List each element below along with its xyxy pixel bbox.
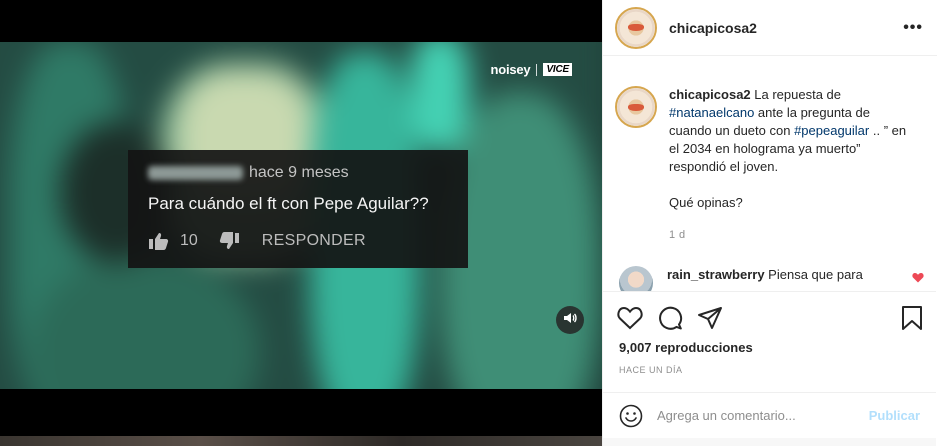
publish-button[interactable]: Publicar <box>869 408 920 423</box>
caption-time[interactable]: 1 d <box>669 226 914 244</box>
add-comment-bar: Publicar <box>603 392 936 438</box>
save-bookmark-icon[interactable] <box>901 305 923 331</box>
more-options-icon[interactable]: ••• <box>903 19 923 37</box>
comment-time: hace 9 meses <box>249 164 349 181</box>
comments-section: chicapicosa2 La repuesta de #natanaelcan… <box>603 56 936 292</box>
caption-avatar[interactable] <box>615 86 657 128</box>
post-actions <box>617 300 923 336</box>
author-username[interactable]: chicapicosa2 <box>669 20 757 36</box>
video-watermark: noisey VICE <box>490 62 572 77</box>
caption-question: Qué opinas? <box>669 195 743 210</box>
panel-bottom-edge <box>603 438 936 446</box>
reply-label: RESPONDER <box>261 232 366 249</box>
thumbs-down-icon <box>218 232 240 250</box>
blurred-username <box>148 166 243 180</box>
noisey-logo: noisey <box>490 62 531 77</box>
speaker-icon <box>563 311 577 330</box>
hashtag-pepeaguilar[interactable]: #pepeaguilar <box>794 123 869 138</box>
post-side-panel: chicapicosa2 ••• chicapicosa2 La repuest… <box>602 0 937 446</box>
youtube-comment-overlay: hace 9 meses Para cuándo el ft con Pepe … <box>128 150 468 268</box>
post-caption: chicapicosa2 La repuesta de #natanaelcan… <box>603 56 936 244</box>
hashtag-natanaelcano[interactable]: #natanaelcano <box>669 105 754 120</box>
logo-divider <box>536 63 538 76</box>
author-avatar[interactable] <box>615 6 657 49</box>
share-paper-plane-icon[interactable] <box>697 306 723 330</box>
post-date[interactable]: HACE UN DÍA <box>619 365 683 375</box>
comment-body: Piensa que para <box>764 267 863 282</box>
sound-toggle-button[interactable] <box>556 306 584 334</box>
caption-username[interactable]: chicapicosa2 <box>669 87 751 102</box>
post-header: chicapicosa2 ••• <box>603 0 937 56</box>
like-heart-icon[interactable] <box>617 306 643 330</box>
media-viewer: noisey VICE hace 9 meses Para cuándo el … <box>0 0 602 446</box>
next-frame-strip <box>0 436 602 446</box>
commenter-username[interactable]: rain_strawberry <box>667 267 765 282</box>
caption-text: chicapicosa2 La repuesta de #natanaelcan… <box>669 86 914 176</box>
comment-text: Para cuándo el ft con Pepe Aguilar?? <box>148 194 429 213</box>
like-comment-heart-icon[interactable] <box>912 270 924 288</box>
view-count[interactable]: 9,007 reproducciones <box>619 340 753 355</box>
like-count: 10 <box>180 232 198 249</box>
commenter-avatar[interactable] <box>619 266 653 291</box>
comment-item: rain_strawberry Piensa que para <box>603 244 936 291</box>
thumbs-up-icon <box>148 232 170 250</box>
video-player[interactable]: noisey VICE hace 9 meses Para cuándo el … <box>0 42 602 389</box>
vice-logo: VICE <box>543 63 572 76</box>
emoji-smiley-icon[interactable] <box>619 404 643 428</box>
caption-part-1: La repuesta de <box>750 87 842 102</box>
comment-bubble-icon[interactable] <box>657 306 683 330</box>
comment-input[interactable] <box>657 408 847 423</box>
